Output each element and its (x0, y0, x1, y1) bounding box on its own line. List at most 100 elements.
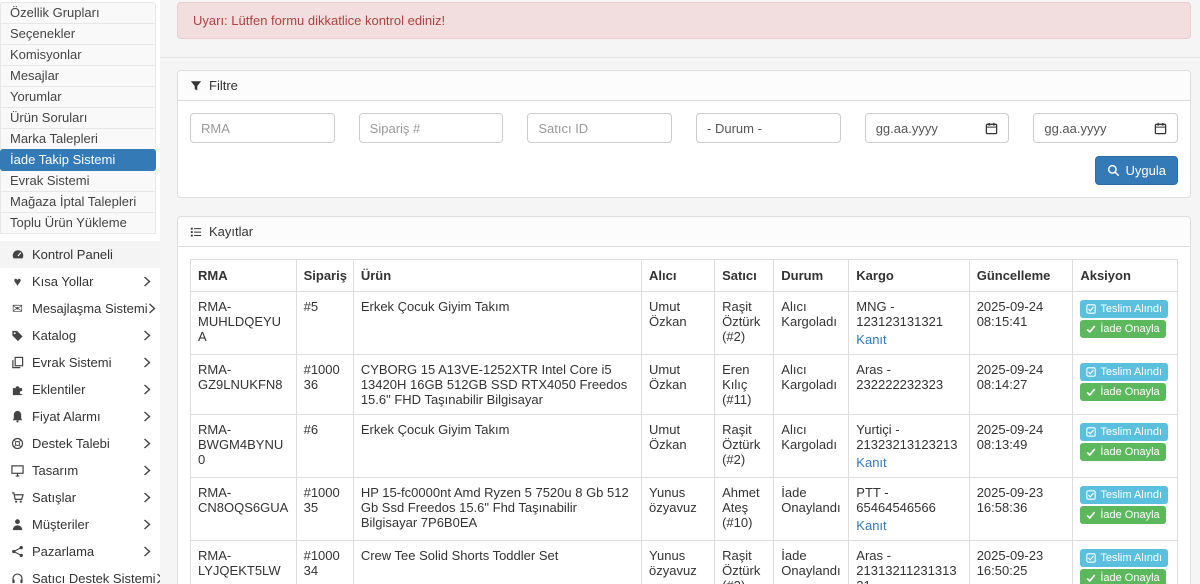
teslim-alindi-button[interactable]: Teslim Alındı (1080, 486, 1168, 504)
seller-cell: Eren Kılıç (#11) (715, 355, 774, 415)
menu-label: Tasarım (32, 463, 78, 478)
copy-icon (9, 356, 26, 369)
action-cell: Teslim Alındı İade Onayla (1073, 355, 1178, 415)
sidebar-item-evrak-sistemi[interactable]: Evrak Sistemi (0, 170, 156, 192)
menu-label: Kontrol Paneli (32, 247, 113, 262)
iade-onayla-button[interactable]: İade Onayla (1080, 320, 1165, 338)
sidebar-item-fiyat-alarmi[interactable]: Fiyat Alarmı (0, 403, 160, 430)
sidebar-item-destek-talebi[interactable]: Destek Talebi (0, 430, 160, 457)
check-square-icon (1086, 304, 1096, 314)
column-header-satici: Satıcı (715, 260, 774, 292)
menu-label: Katalog (32, 328, 76, 343)
menu-label: Eklentiler (32, 382, 85, 397)
sidebar-item-secenekler[interactable]: Seçenekler (0, 23, 156, 45)
date-to-input[interactable]: gg.aa.yyyy (1033, 113, 1178, 143)
sidebar-item-kontrol-paneli[interactable]: Kontrol Paneli (0, 241, 160, 268)
order-cell: #100034 (296, 541, 353, 584)
dashboard-icon (9, 248, 26, 262)
list-icon (190, 226, 202, 238)
menu-label: Müşteriler (32, 517, 89, 532)
sidebar-item-ozellik-gruplari[interactable]: Özellik Grupları (0, 2, 156, 24)
sidebar-item-mesajlasma-sistemi[interactable]: ✉ Mesajlaşma Sistemi (0, 295, 160, 322)
tags-icon (9, 329, 26, 342)
apply-button[interactable]: Uygula (1095, 156, 1178, 185)
kanit-link[interactable]: Kanıt (856, 332, 886, 347)
chevron-right-icon (143, 546, 151, 557)
sidebar-item-kisa-yollar[interactable]: ♥ Kısa Yollar (0, 268, 160, 295)
filter-title: Filtre (209, 78, 238, 93)
teslim-alindi-button[interactable]: Teslim Alındı (1080, 300, 1168, 318)
rma-cell: RMA-CN8OQS6GUA (191, 478, 297, 541)
records-panel-body: RMA Sipariş Ürün Alıcı Satıcı Durum Karg… (178, 247, 1190, 584)
teslim-alindi-button[interactable]: Teslim Alındı (1080, 549, 1168, 567)
sidebar-item-katalog[interactable]: Katalog (0, 322, 160, 349)
table-row: RMA-LYJQEKT5LW #100034 Crew Tee Solid Sh… (191, 541, 1178, 584)
rma-input[interactable] (190, 113, 335, 143)
sidebar-item-satici-destek-sistemi[interactable]: Satıcı Destek Sistemi (0, 565, 160, 584)
column-header-durum: Durum (774, 260, 849, 292)
filter-panel-body: - Durum - gg.aa.yyyy gg.aa.yyyy Uygula (178, 101, 1190, 197)
sidebar-item-urun-sorulari[interactable]: Ürün Soruları (0, 107, 156, 129)
sidebar-item-iade-takip-sistemi[interactable]: İade Takip Sistemi (0, 149, 156, 171)
sidebar-item-mesajlar[interactable]: Mesajlar (0, 65, 156, 87)
action-cell: Teslim Alındı İade Onayla (1073, 415, 1178, 478)
updated-cell: 2025-09-24 08:15:41 (969, 292, 1073, 355)
search-icon (1107, 164, 1120, 177)
sidebar-item-satislar[interactable]: Satışlar (0, 484, 160, 511)
date-to-value: gg.aa.yyyy (1044, 121, 1106, 136)
life-ring-icon (9, 437, 26, 450)
date-from-input[interactable]: gg.aa.yyyy (865, 113, 1010, 143)
buyer-cell: Yunus özyavuz (642, 541, 715, 584)
check-square-icon (1086, 427, 1096, 437)
updated-cell: 2025-09-24 08:13:49 (969, 415, 1073, 478)
order-cell: #100035 (296, 478, 353, 541)
alert-text: Uyarı: Lütfen formu dikkatlice kontrol e… (193, 13, 445, 28)
filter-panel-heading: Filtre (178, 71, 1190, 101)
check-icon (1086, 447, 1096, 457)
iade-onayla-button[interactable]: İade Onayla (1080, 569, 1165, 584)
status-select[interactable]: - Durum - (696, 113, 841, 143)
column-header-urun: Ürün (353, 260, 641, 292)
sidebar-item-evrak-sistemi-menu[interactable]: Evrak Sistemi (0, 349, 160, 376)
buyer-cell: Umut Özkan (642, 292, 715, 355)
sidebar-item-pazarlama[interactable]: Pazarlama (0, 538, 160, 565)
sidebar-item-eklentiler[interactable]: Eklentiler (0, 376, 160, 403)
iade-onayla-button[interactable]: İade Onayla (1080, 383, 1165, 401)
status-cell: Alıcı Kargoladı (774, 292, 849, 355)
cart-icon (9, 491, 26, 504)
seller-cell: Raşit Öztürk (#2) (715, 292, 774, 355)
product-cell: Erkek Çocuk Giyim Takım (353, 415, 641, 478)
action-cell: Teslim Alındı İade Onayla (1073, 292, 1178, 355)
date-from-value: gg.aa.yyyy (876, 121, 938, 136)
cargo-text: Aras - 232222232323 (856, 362, 961, 392)
chevron-right-icon (143, 357, 151, 368)
teslim-alindi-button[interactable]: Teslim Alındı (1080, 363, 1168, 381)
seller-id-input[interactable] (527, 113, 672, 143)
app-window: Özellik Grupları Seçenekler Komisyonlar … (0, 0, 1200, 584)
sidebar-item-magaza-iptal-talepleri[interactable]: Mağaza İptal Talepleri (0, 191, 156, 213)
iade-onayla-button[interactable]: İade Onayla (1080, 506, 1165, 524)
buyer-cell: Umut Özkan (642, 355, 715, 415)
sidebar-item-yorumlar[interactable]: Yorumlar (0, 86, 156, 108)
action-cell: Teslim Alındı İade Onayla (1073, 541, 1178, 584)
order-number-input[interactable] (359, 113, 504, 143)
sidebar-item-toplu-urun-yukleme[interactable]: Toplu Ürün Yükleme (0, 212, 156, 234)
kanit-link[interactable]: Kanıt (856, 455, 886, 470)
kanit-link[interactable]: Kanıt (856, 518, 886, 533)
order-cell: #5 (296, 292, 353, 355)
sidebar-item-musteriler[interactable]: Müşteriler (0, 511, 160, 538)
cargo-cell: Yurtiçi - 21323213123213 Kanıt (849, 415, 969, 478)
apply-button-label: Uygula (1126, 163, 1166, 178)
sidebar-item-marka-talepleri[interactable]: Marka Talepleri (0, 128, 156, 150)
records-panel-heading: Kayıtlar (178, 217, 1190, 247)
sidebar-item-tasarim[interactable]: Tasarım (0, 457, 160, 484)
buyer-cell: Umut Özkan (642, 415, 715, 478)
iade-onayla-button[interactable]: İade Onayla (1080, 443, 1165, 461)
sidebar-item-komisyonlar[interactable]: Komisyonlar (0, 44, 156, 66)
product-cell: CYBORG 15 A13VE-1252XTR Intel Core i5 13… (353, 355, 641, 415)
teslim-alindi-button[interactable]: Teslim Alındı (1080, 423, 1168, 441)
cargo-cell: PTT - 65464546566 Kanıt (849, 478, 969, 541)
filter-icon (190, 80, 202, 92)
column-header-aksiyon: Aksiyon (1073, 260, 1178, 292)
rma-cell: RMA-GZ9LNUKFN8 (191, 355, 297, 415)
